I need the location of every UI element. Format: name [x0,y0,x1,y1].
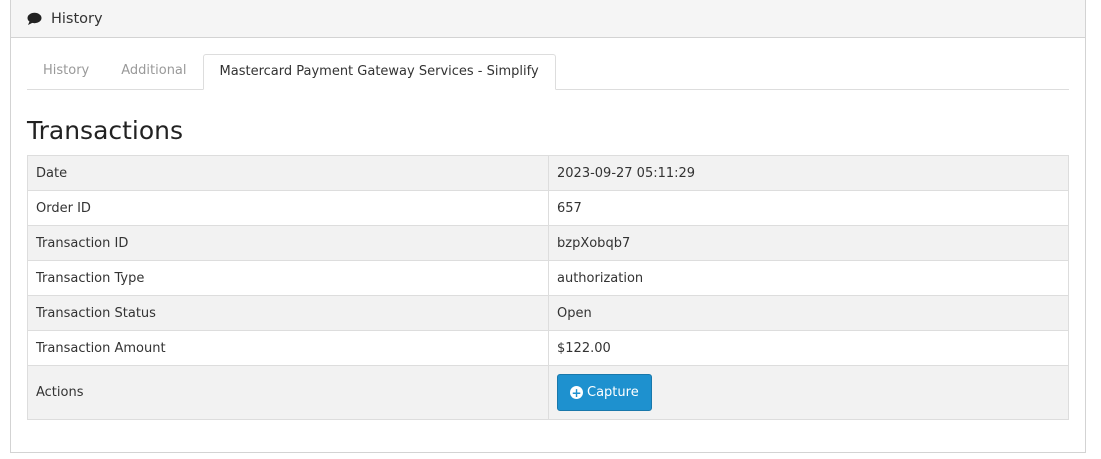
table-row: Date 2023-09-27 05:11:29 [27,155,1069,191]
table-row: Transaction Type authorization [27,260,1069,296]
section-title: Transactions [27,116,184,145]
table-row: Order ID 657 [27,190,1069,226]
comment-icon [27,12,42,26]
row-label: Transaction Status [27,295,549,331]
panel-body: History Additional Mastercard Payment Ga… [11,38,1085,420]
tab-history[interactable]: History [27,53,105,89]
capture-button[interactable]: + Capture [557,374,652,411]
table-row-actions: Actions + Capture [27,365,1069,420]
row-value: authorization [548,260,1069,296]
row-value: + Capture [548,365,1069,420]
row-label: Transaction Amount [27,330,549,366]
tab-mastercard-simplify[interactable]: Mastercard Payment Gateway Services - Si… [202,54,556,90]
history-panel: History History Additional Mastercard Pa… [10,0,1086,453]
plus-circle-icon: + [570,385,583,400]
row-label: Date [27,155,549,191]
row-label: Actions [27,365,549,420]
row-value: Open [548,295,1069,331]
capture-button-label: Capture [587,385,639,400]
row-label: Transaction ID [27,225,549,261]
panel-title: History [51,10,103,27]
tab-additional[interactable]: Additional [105,53,202,89]
table-row: Transaction Amount $122.00 [27,330,1069,366]
panel-heading: History [11,0,1085,38]
row-value: $122.00 [548,330,1069,366]
row-label: Transaction Type [27,260,549,296]
row-value: bzpXobqb7 [548,225,1069,261]
tab-bar: History Additional Mastercard Payment Ga… [27,54,1069,90]
transactions-table: Date 2023-09-27 05:11:29 Order ID 657 Tr… [27,155,1069,420]
table-row: Transaction ID bzpXobqb7 [27,225,1069,261]
table-row: Transaction Status Open [27,295,1069,331]
row-value: 657 [548,190,1069,226]
row-value: 2023-09-27 05:11:29 [548,155,1069,191]
row-label: Order ID [27,190,549,226]
